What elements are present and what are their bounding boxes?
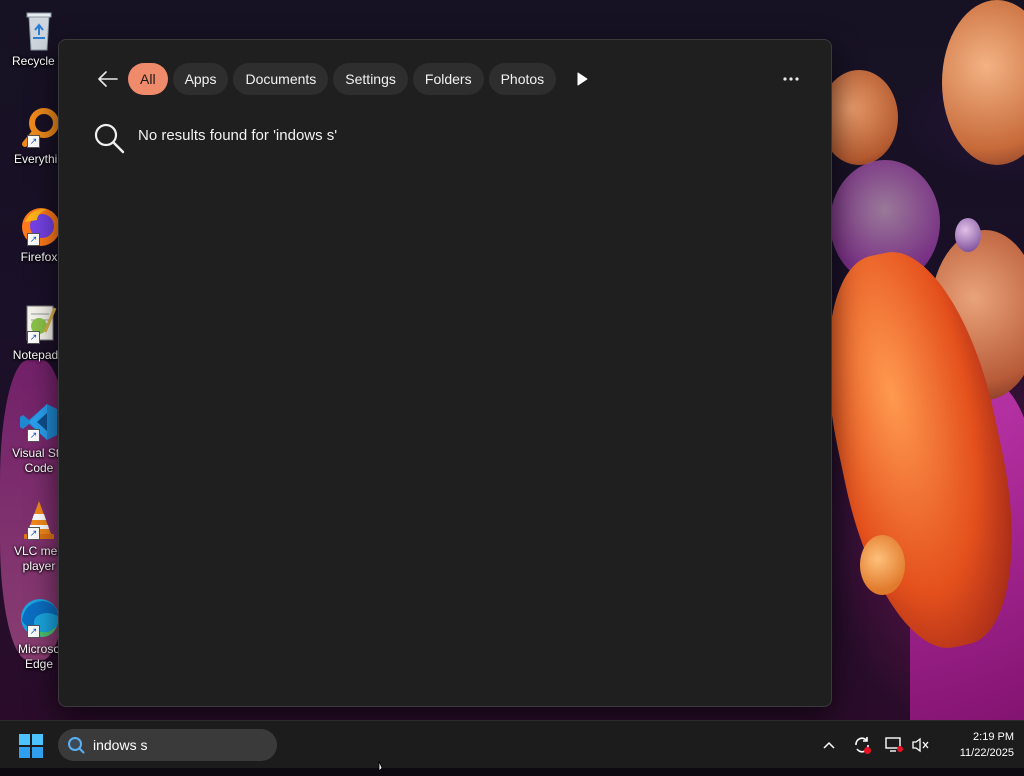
mouse-cursor-icon bbox=[378, 758, 388, 776]
taskbar-search-box[interactable]: indows s bbox=[58, 729, 277, 761]
shortcut-arrow-icon: ↗ bbox=[27, 625, 40, 638]
sync-icon bbox=[855, 737, 871, 754]
filter-chip-photos[interactable]: Photos bbox=[488, 63, 557, 95]
arrow-left-icon bbox=[98, 71, 118, 87]
recycle-bin-icon bbox=[17, 8, 61, 52]
filter-chip-documents[interactable]: Documents bbox=[233, 63, 329, 95]
sync-status-button[interactable] bbox=[850, 721, 874, 769]
edge-icon: ↗ bbox=[17, 596, 61, 640]
no-results-message: No results found for 'indows s' bbox=[93, 122, 337, 154]
chevron-up-icon bbox=[823, 741, 835, 749]
shortcut-arrow-icon: ↗ bbox=[27, 233, 40, 246]
firefox-icon: ↗ bbox=[17, 204, 61, 248]
clock-date: 11/22/2025 bbox=[959, 747, 1014, 759]
search-icon bbox=[94, 123, 125, 154]
more-filters-button[interactable] bbox=[567, 64, 597, 94]
notepad-plus-plus-icon: ↗ bbox=[17, 302, 61, 346]
filter-chip-all[interactable]: All bbox=[128, 63, 168, 95]
everything-search-icon: ↗ bbox=[17, 106, 61, 150]
shortcut-arrow-icon: ↗ bbox=[27, 135, 40, 148]
search-filter-bar: All Apps Documents Settings Folders Phot… bbox=[93, 62, 597, 96]
show-hidden-icons-button[interactable] bbox=[818, 721, 840, 769]
search-panel: All Apps Documents Settings Folders Phot… bbox=[58, 39, 832, 707]
taskbar: indows s 2:19 PM 11/22/2025 bbox=[0, 720, 1024, 768]
windows-logo-icon bbox=[19, 734, 43, 758]
shortcut-arrow-icon: ↗ bbox=[27, 527, 40, 540]
play-icon bbox=[577, 72, 588, 86]
shortcut-arrow-icon: ↗ bbox=[27, 429, 40, 442]
back-button[interactable] bbox=[93, 64, 123, 94]
more-options-button[interactable] bbox=[775, 64, 807, 94]
volume-button[interactable] bbox=[908, 721, 932, 769]
filter-chip-apps[interactable]: Apps bbox=[172, 63, 229, 95]
no-results-text: No results found for 'indows s' bbox=[138, 126, 338, 144]
filter-chip-folders[interactable]: Folders bbox=[412, 63, 484, 95]
speaker-muted-icon bbox=[912, 737, 929, 753]
network-icon bbox=[885, 737, 903, 752]
filter-chip-settings[interactable]: Settings bbox=[333, 63, 408, 95]
clock-time: 2:19 PM bbox=[973, 731, 1014, 743]
shortcut-arrow-icon: ↗ bbox=[27, 331, 40, 344]
vlc-icon: ↗ bbox=[17, 498, 61, 542]
start-button[interactable] bbox=[18, 733, 44, 759]
vscode-icon: ↗ bbox=[17, 400, 61, 444]
search-icon bbox=[68, 737, 85, 754]
taskbar-clock[interactable]: 2:19 PM 11/22/2025 bbox=[934, 729, 1014, 761]
more-horizontal-icon bbox=[783, 77, 799, 81]
taskbar-search-input[interactable]: indows s bbox=[93, 737, 147, 753]
network-button[interactable] bbox=[882, 721, 906, 769]
